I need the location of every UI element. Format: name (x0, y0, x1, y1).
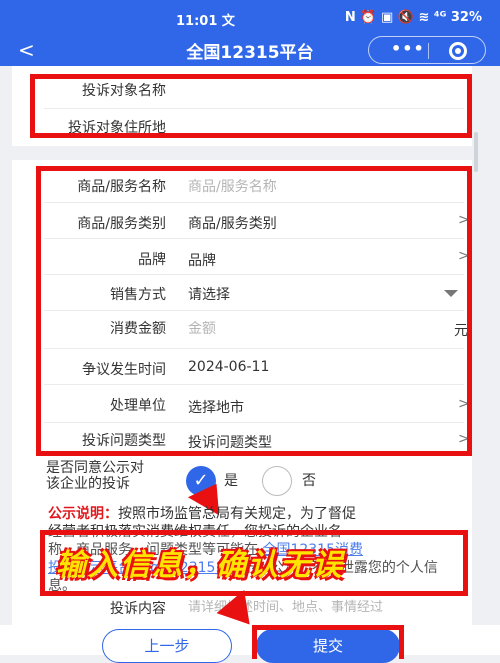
notice-heading: 公示说明： (48, 506, 118, 522)
close-target-icon[interactable] (449, 42, 467, 60)
capsule-divider (428, 43, 429, 59)
status-indicators: N ⏰ ▣ 🔇 ≋ ⁴ᴳ 32% (344, 10, 482, 25)
more-icon[interactable]: ••• (391, 39, 425, 58)
nav-bar: < 全国12315平台 ••• (0, 36, 500, 66)
content-label: 投诉内容 (110, 601, 166, 617)
highlight-box-submit (252, 625, 404, 659)
publicity-label: 是否同意公示对 该企业的投诉 (46, 460, 144, 492)
overlay-banner-text: 输入信息，确认无误 (56, 548, 344, 583)
prev-step-button[interactable]: 上一步 (102, 629, 232, 663)
radio-no-label[interactable]: 否 (302, 470, 316, 490)
highlight-box-form (36, 166, 472, 456)
mini-program-capsule: ••• (368, 36, 486, 64)
bottom-bar (0, 625, 500, 655)
status-bar: 11:01 文 N ⏰ ▣ 🔇 ≋ ⁴ᴳ 32% (0, 0, 500, 36)
radio-yes-label[interactable]: 是 (224, 470, 238, 490)
status-time: 11:01 文 (176, 14, 235, 29)
radio-no[interactable] (262, 466, 292, 496)
scrollbar[interactable] (474, 132, 478, 172)
highlight-box-object (30, 74, 472, 138)
